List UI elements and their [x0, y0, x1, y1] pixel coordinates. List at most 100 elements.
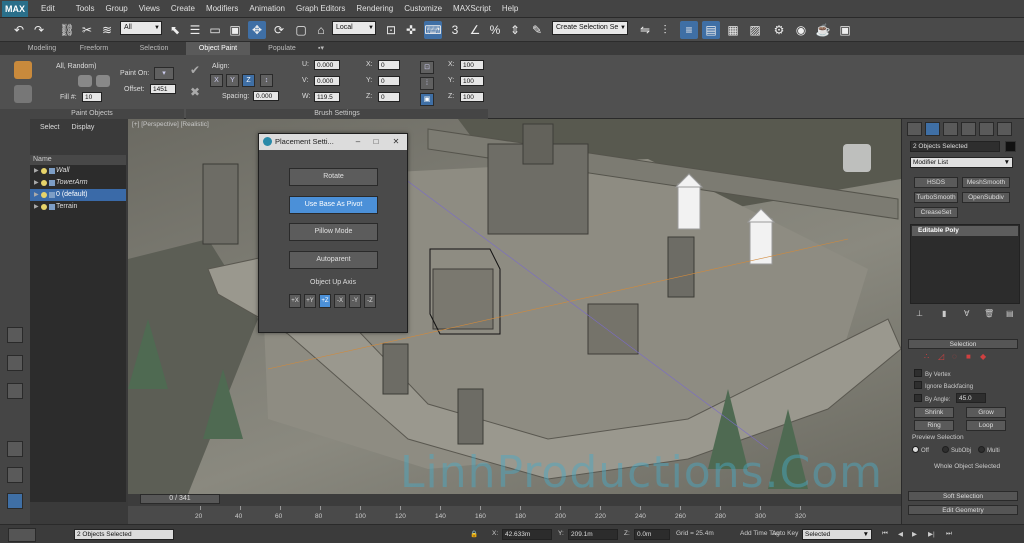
preview-off-radio[interactable]: Off — [912, 446, 929, 454]
grow-button[interactable]: Grow — [966, 407, 1006, 418]
y-coord-field[interactable]: 209.1m — [568, 529, 618, 540]
menu-customize[interactable]: Customize — [401, 0, 450, 18]
go-to-end-icon[interactable]: ⏭ — [946, 530, 952, 538]
border-icon[interactable]: ◌ — [952, 352, 957, 361]
brush-settings-footer[interactable]: Brush Settings — [186, 109, 488, 119]
name-column-header[interactable]: Name — [30, 155, 126, 165]
hsds-button[interactable]: HSDS — [914, 177, 958, 188]
edge-icon[interactable]: ◿ — [938, 352, 944, 361]
rot-y-input[interactable]: 0 — [378, 76, 400, 86]
link-icon[interactable]: ⛓ — [58, 21, 76, 39]
sort-icon[interactable] — [7, 467, 23, 483]
prev-frame-icon[interactable]: ◀ — [898, 530, 903, 538]
pivot-center-icon[interactable]: ⊡ — [382, 21, 400, 39]
menu-animation[interactable]: Animation — [246, 0, 293, 18]
by-angle-checkbox[interactable]: By Angle: — [914, 394, 950, 403]
axis-minus-y-button[interactable]: -Y — [349, 294, 361, 308]
menu-help[interactable]: Help — [499, 0, 526, 18]
filter-icon[interactable] — [7, 441, 23, 457]
object-color-swatch[interactable] — [1005, 141, 1016, 152]
paint-brush-icon[interactable] — [14, 61, 32, 79]
explorer-display-menu[interactable]: Display — [71, 121, 94, 135]
edit-list-icon[interactable] — [96, 75, 110, 87]
display-none-icon[interactable] — [7, 327, 23, 343]
scene-row[interactable]: ▶ Wall — [30, 165, 126, 177]
explorer-select-menu[interactable]: Select — [40, 121, 59, 135]
expand-icon[interactable]: ▶ — [34, 201, 39, 213]
reference-coord-dropdown[interactable]: Local ▼ — [332, 21, 376, 35]
fill-input[interactable]: 10 — [82, 92, 102, 102]
paint-objects-footer[interactable]: Paint Objects — [0, 109, 184, 119]
soft-selection-rollout[interactable]: Soft Selection — [908, 491, 1018, 501]
align-y-button[interactable]: Y — [226, 74, 239, 87]
scale-grid-icon[interactable]: ⁞ — [420, 77, 434, 90]
rot-z-input[interactable]: 0 — [378, 92, 400, 102]
scale-lock-icon[interactable]: ⊡ — [420, 61, 434, 74]
play-icon[interactable]: ▶ — [912, 530, 917, 538]
unlink-icon[interactable]: ✂ — [78, 21, 96, 39]
meshsmooth-button[interactable]: MeshSmooth — [962, 177, 1010, 188]
track-bar[interactable]: 20 40 60 80 100 120 140 160 180 200 220 240 260 280 30… — [128, 506, 901, 524]
vertex-icon[interactable]: ∴ — [924, 352, 929, 361]
w-input[interactable]: 119.5 — [314, 92, 340, 102]
move-icon[interactable]: ✥ — [248, 21, 266, 39]
toggle-ribbon-icon[interactable]: ▦ — [724, 21, 742, 39]
scene-row[interactable]: ▶ 0 (default) — [30, 189, 126, 201]
axis-plus-y-button[interactable]: +Y — [304, 294, 316, 308]
scale-x-input[interactable]: 100 — [460, 60, 484, 70]
select-manipulate-icon[interactable]: ✜ — [402, 21, 420, 39]
utilities-tab-icon[interactable] — [997, 122, 1012, 136]
u-input[interactable]: 0.000 — [314, 60, 340, 70]
motion-tab-icon[interactable] — [961, 122, 976, 136]
scene-explorer-icon[interactable]: ▤ — [702, 21, 720, 39]
bulb-icon[interactable] — [41, 180, 47, 186]
named-selection-dropdown[interactable]: Create Selection Se ▼ — [552, 21, 628, 35]
align-icon[interactable]: ⫶ — [656, 21, 674, 39]
spinner-snap-icon[interactable]: ⇕ — [506, 21, 524, 39]
creaseset-button[interactable]: CreaseSet — [914, 207, 958, 218]
viewcube-icon[interactable] — [843, 144, 871, 172]
axis-minus-z-button[interactable]: -Z — [364, 294, 376, 308]
modify-tab-icon[interactable] — [925, 122, 940, 136]
remove-modifier-icon[interactable]: 🗑 — [984, 309, 994, 318]
use-base-as-pivot-button[interactable]: Use Base As Pivot — [289, 196, 378, 214]
maximize-icon[interactable]: □ — [369, 136, 383, 147]
play-back-icon[interactable]: ⏮ — [882, 530, 888, 538]
redo-icon[interactable]: ↷ — [30, 21, 48, 39]
bulb-icon[interactable] — [41, 204, 47, 210]
invert-display-icon[interactable] — [7, 383, 23, 399]
axis-minus-x-button[interactable]: -X — [334, 294, 346, 308]
shrink-button[interactable]: Shrink — [914, 407, 954, 418]
render-frame-icon[interactable]: ▣ — [836, 21, 854, 39]
x-coord-field[interactable]: 42.633m — [502, 529, 552, 540]
ignore-backfacing-checkbox[interactable]: Ignore Backfacing — [914, 381, 973, 390]
hierarchy-tab-icon[interactable] — [943, 122, 958, 136]
cross-icon[interactable]: ✖ — [190, 85, 200, 99]
render-setup-icon[interactable]: ☕ — [814, 21, 832, 39]
tab-selection[interactable]: Selection — [132, 42, 176, 55]
by-angle-input[interactable]: 45.0 — [956, 393, 986, 403]
select-by-name-icon[interactable]: ☰ — [186, 21, 204, 39]
angle-snap-icon[interactable]: ∠ — [466, 21, 484, 39]
expand-icon[interactable]: ▶ — [34, 189, 39, 201]
app-logo[interactable]: MAX — [2, 1, 28, 17]
percent-snap-icon[interactable]: % — [486, 21, 504, 39]
ribbon-options-icon[interactable]: ▪▾ — [314, 42, 328, 55]
undo-icon[interactable]: ↶ — [10, 21, 28, 39]
show-end-result-icon[interactable]: ▮ — [942, 309, 946, 318]
paint-pick-icon[interactable] — [14, 85, 32, 103]
axis-plus-x-button[interactable]: +X — [289, 294, 301, 308]
snap-3d-icon[interactable]: 3 — [446, 21, 464, 39]
scale-icon[interactable]: ▢ — [292, 21, 310, 39]
pick-objects-icon[interactable] — [78, 75, 92, 87]
display-all-icon[interactable] — [7, 355, 23, 371]
rot-x-input[interactable]: 0 — [378, 60, 400, 70]
lock-selection-icon[interactable]: 🔒 — [470, 530, 478, 538]
dialog-title-bar[interactable]: Placement Setti... – □ ✕ — [259, 134, 407, 150]
by-vertex-checkbox[interactable]: By Vertex — [914, 369, 951, 378]
display-tab-icon[interactable] — [979, 122, 994, 136]
scene-row[interactable]: ▶ Terrain — [30, 201, 126, 213]
next-frame-icon[interactable]: ▶| — [928, 530, 935, 538]
mirror-icon[interactable]: ⇋ — [636, 21, 654, 39]
autoparent-button[interactable]: Autoparent — [289, 251, 378, 269]
